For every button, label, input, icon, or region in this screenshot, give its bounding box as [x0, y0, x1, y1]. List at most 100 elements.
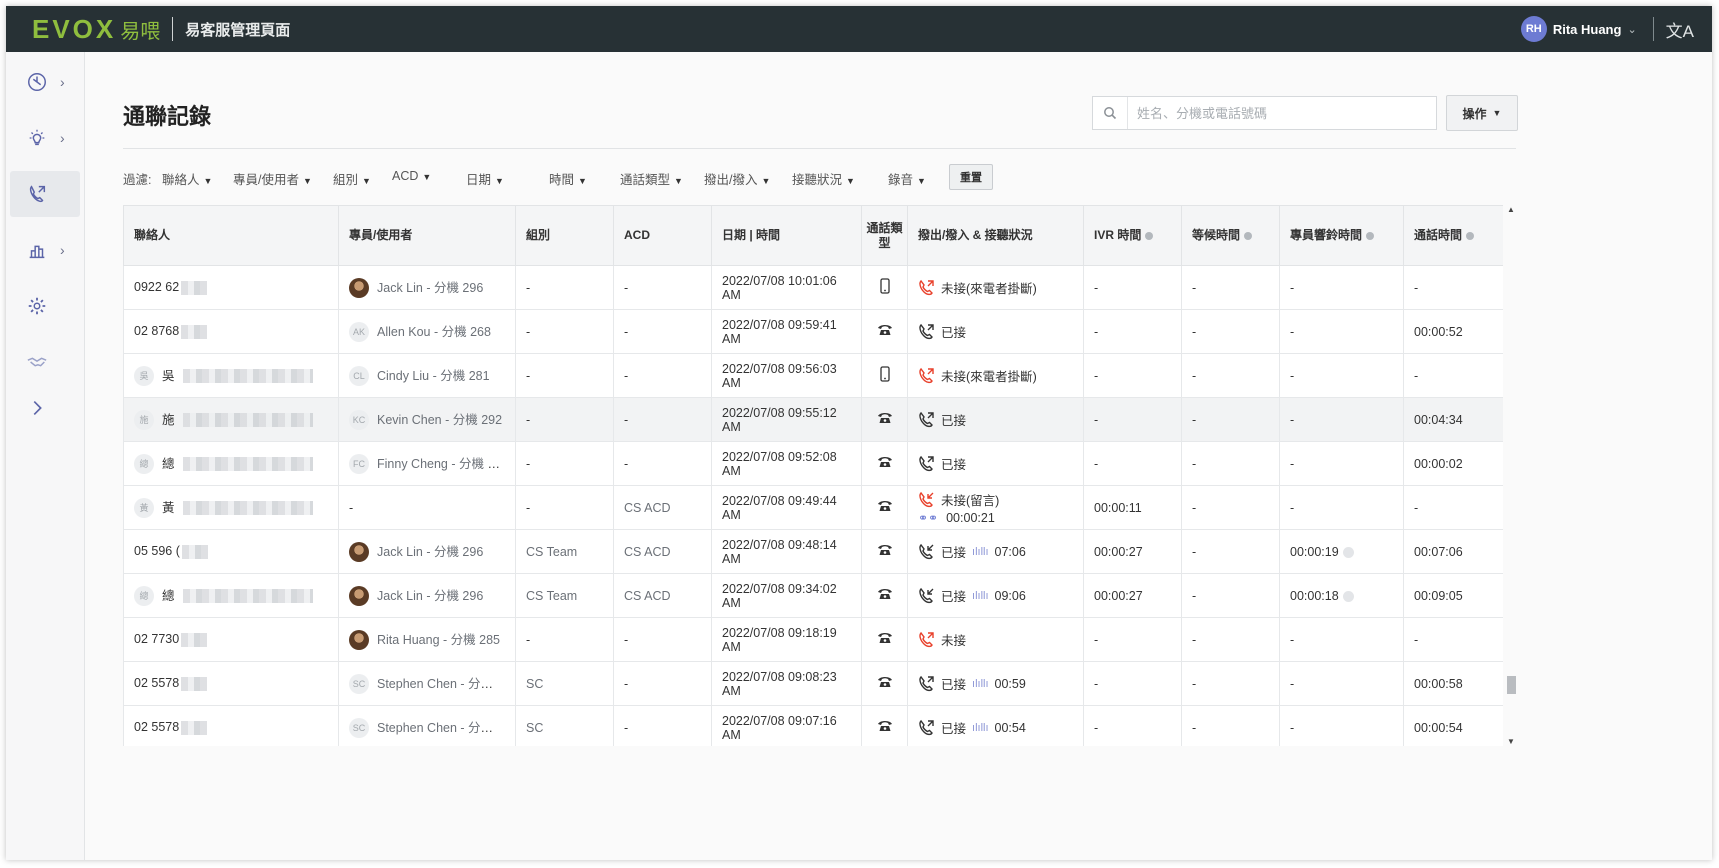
cell-contact[interactable]: 0922 62: [123, 265, 339, 310]
voicemail[interactable]: ⚭⚭ 00:00:21: [918, 511, 1073, 525]
recording-duration[interactable]: 00:54: [995, 721, 1026, 735]
col-talk-time[interactable]: 通話時間: [1403, 205, 1503, 266]
table-row[interactable]: 0922 62 Jack Lin - 分機 296- -2022/07/08 10:…: [123, 265, 1503, 310]
table-row[interactable]: 吳吳 CL Cindy Liu - 分機 281- -2022/07/08 09:56…: [123, 353, 1503, 398]
col-wait-time[interactable]: 等候時間: [1181, 205, 1280, 266]
col-call-type[interactable]: 通話類型: [861, 205, 908, 266]
more-icon[interactable]: [1342, 546, 1354, 558]
agent-avatar: [349, 278, 369, 299]
col-datetime[interactable]: 日期 | 時間: [711, 205, 862, 266]
waveform-icon[interactable]: ılıllı: [972, 546, 989, 558]
table-row[interactable]: 05 596 (Jack Lin - 分機 296 CS Team CS ACD 20…: [123, 529, 1503, 574]
filter-call-type[interactable]: 通話類型 ▼: [620, 169, 683, 188]
table-row[interactable]: 施施 KC Kevin Chen - 分機 292- -2022/07/08 09:5…: [123, 397, 1503, 442]
reset-button[interactable]: 重置: [949, 164, 993, 190]
cell-contact[interactable]: 吳吳: [123, 353, 339, 398]
agent-name[interactable]: Jack Lin - 分機 296: [377, 281, 483, 295]
sidebar-expand-toggle[interactable]: [10, 385, 80, 431]
cell-acd: -: [613, 441, 712, 486]
scroll-thumb[interactable]: [1507, 676, 1516, 694]
call-ampm: AM: [722, 287, 741, 302]
agent-name[interactable]: Finny Cheng - 分機 269: [377, 457, 508, 471]
recording-duration[interactable]: 09:06: [995, 589, 1026, 603]
cell-agent: SC Stephen Chen - 分機 2...: [338, 705, 516, 746]
sidebar-item-insights[interactable]: ›: [10, 115, 80, 161]
table-row[interactable]: 02 5578 SC Stephen Chen - 分機 2... SC -2022/0…: [123, 661, 1503, 706]
filter-contact[interactable]: 聯絡人 ▼: [162, 169, 212, 188]
filter-acd[interactable]: ACD ▼: [392, 169, 431, 183]
cell-datetime: 2022/07/08 09:55:12 AM: [711, 397, 862, 442]
translate-icon[interactable]: 文A: [1666, 17, 1694, 42]
cell-contact[interactable]: 黃黃: [123, 485, 339, 530]
scroll-down-icon[interactable]: ▼: [1507, 737, 1515, 746]
col-ivr-time[interactable]: IVR 時間: [1083, 205, 1182, 266]
sidebar-item-settings[interactable]: [10, 283, 80, 329]
agent-name[interactable]: Rita Huang - 分機 285: [377, 633, 500, 647]
cell-contact[interactable]: 02 5578: [123, 705, 339, 746]
filter-group[interactable]: 組別 ▼: [333, 169, 371, 188]
waveform-icon[interactable]: ılıllı: [972, 678, 989, 690]
filter-time[interactable]: 時間 ▼: [549, 169, 587, 188]
info-icon[interactable]: [1466, 231, 1475, 240]
filter-label: 錄音: [888, 173, 914, 187]
sidebar-item-dashboard[interactable]: ›: [10, 59, 80, 105]
cell-talk-time: 00:04:34: [1403, 397, 1503, 442]
filter-recording[interactable]: 錄音 ▼: [888, 169, 926, 188]
sidebar-item-reports[interactable]: ›: [10, 227, 80, 273]
cell-contact[interactable]: 施施: [123, 397, 339, 442]
user-name[interactable]: Rita Huang: [1553, 22, 1622, 37]
filter-direction[interactable]: 撥出/撥入 ▼: [704, 169, 770, 188]
cell-contact[interactable]: 總總: [123, 441, 339, 486]
col-direction-status[interactable]: 撥出/撥入 & 接聽狀況: [907, 205, 1084, 266]
agent-name[interactable]: Jack Lin - 分機 296: [377, 545, 483, 559]
table-row[interactable]: 黃黃 - - CS ACD 2022/07/08 09:49:44 AM 未接(留言) ⚭⚭ 0…: [123, 485, 1503, 530]
table-row[interactable]: 總總 FC Finny Cheng - 分機 269- -2022/07/08 09:…: [123, 441, 1503, 486]
agent-name[interactable]: Stephen Chen - 分機 2...: [377, 677, 514, 691]
cell-contact[interactable]: 05 596 (: [123, 529, 339, 574]
divider: [123, 148, 1516, 149]
table-row[interactable]: 02 5578 SC Stephen Chen - 分機 2... SC -2022/0…: [123, 705, 1503, 746]
cell-contact[interactable]: 02 7730: [123, 617, 339, 662]
info-icon[interactable]: [1244, 231, 1253, 240]
info-icon[interactable]: [1366, 231, 1375, 240]
cell-contact[interactable]: 總總: [123, 573, 339, 618]
call-status: 已接 ılıllı 00:54: [918, 718, 1073, 737]
sidebar-item-partners[interactable]: [10, 339, 80, 385]
table-header-row: 聯絡人 專員/使用者 組別 ACD 日期 | 時間 通話類型 撥出/撥入 & 接…: [123, 205, 1503, 266]
waveform-icon[interactable]: ılıllı: [972, 590, 989, 602]
search-box[interactable]: [1092, 96, 1437, 130]
col-group[interactable]: 組別: [515, 205, 614, 266]
agent-name[interactable]: Jack Lin - 分機 296: [377, 589, 483, 603]
search-input[interactable]: [1128, 98, 1436, 128]
voicemail-duration: 00:00:21: [946, 511, 995, 525]
more-icon[interactable]: [1342, 590, 1354, 602]
chevron-down-icon[interactable]: ⌄: [1627, 23, 1636, 36]
col-agent[interactable]: 專員/使用者: [338, 205, 516, 266]
waveform-icon[interactable]: ılıllı: [972, 722, 989, 734]
user-avatar[interactable]: RH: [1520, 16, 1547, 42]
cell-contact[interactable]: 02 8768: [123, 309, 339, 354]
col-contact[interactable]: 聯絡人: [123, 205, 339, 266]
filter-label: 接聽狀況: [792, 173, 843, 187]
table-row[interactable]: 02 7730 Rita Huang - 分機 285- -2022/07/08 0…: [123, 617, 1503, 662]
info-icon[interactable]: [1145, 231, 1154, 240]
table-row[interactable]: 總總 Jack Lin - 分機 296 CS Team CS ACD 2022/07/…: [123, 573, 1503, 618]
agent-name[interactable]: Stephen Chen - 分機 2...: [377, 721, 514, 735]
col-acd[interactable]: ACD: [613, 205, 712, 266]
table-row[interactable]: 02 8768 AK Allen Kou - 分機 268- -2022/07/08 …: [123, 309, 1503, 354]
sidebar-item-call-log[interactable]: [10, 171, 80, 217]
operations-button[interactable]: 操作 ▼: [1446, 95, 1518, 131]
agent-name[interactable]: Kevin Chen - 分機 292: [377, 413, 502, 427]
agent-name[interactable]: Cindy Liu - 分機 281: [377, 369, 490, 383]
col-ring-time[interactable]: 專員響鈴時間: [1279, 205, 1404, 266]
agent-name[interactable]: Allen Kou - 分機 268: [377, 325, 491, 339]
filter-agent[interactable]: 專員/使用者 ▼: [233, 169, 312, 188]
call-date: 2022/07/08 09:55:12: [722, 405, 837, 420]
cell-contact[interactable]: 02 5578: [123, 661, 339, 706]
recording-duration[interactable]: 00:59: [995, 677, 1026, 691]
filter-date[interactable]: 日期 ▼: [466, 169, 504, 188]
filter-answer-status[interactable]: 接聽狀況 ▼: [792, 169, 855, 188]
table-scrollbar[interactable]: ▲ ▼: [1506, 205, 1517, 746]
scroll-up-icon[interactable]: ▲: [1507, 205, 1515, 214]
recording-duration[interactable]: 07:06: [995, 545, 1026, 559]
